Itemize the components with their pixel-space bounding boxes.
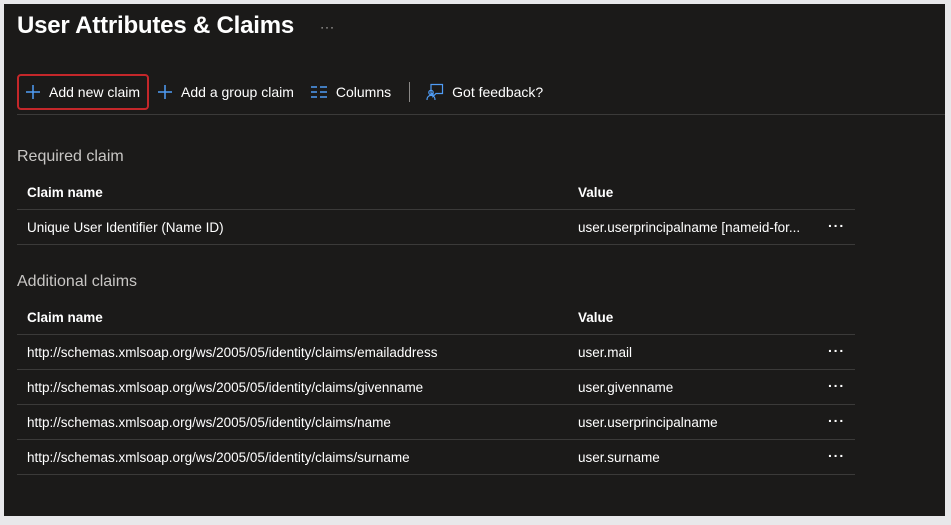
claim-value-cell: user.userprincipalname <box>578 414 718 430</box>
columns-label: Columns <box>335 84 392 100</box>
claim-name-header[interactable]: Claim name <box>27 175 567 209</box>
claim-name-header[interactable]: Claim name <box>27 300 567 334</box>
page-title: User Attributes & Claims <box>17 12 295 39</box>
feedback-label: Got feedback? <box>452 84 544 100</box>
claim-value-cell: user.userprincipalname [nameid-for... <box>578 219 801 235</box>
more-icon[interactable]: ··· <box>828 412 845 428</box>
table-row[interactable]: http://schemas.xmlsoap.org/ws/2005/05/id… <box>17 335 855 370</box>
required-claims-table: Claim name Value Unique User Identifier … <box>17 175 855 245</box>
claim-value-cell: user.givenname <box>578 379 674 395</box>
claim-name-cell: Unique User Identifier (Name ID) <box>27 219 224 235</box>
table-row[interactable]: http://schemas.xmlsoap.org/ws/2005/05/id… <box>17 405 855 440</box>
required-claim-heading: Required claim <box>17 148 124 165</box>
add-group-claim-button[interactable]: Add a group claim <box>149 74 302 110</box>
additional-claims-heading: Additional claims <box>17 273 138 290</box>
more-icon[interactable]: ··· <box>828 447 845 463</box>
table-row[interactable]: http://schemas.xmlsoap.org/ws/2005/05/id… <box>17 370 855 405</box>
additional-claims-table: Claim name Value http://schemas.xmlsoap.… <box>17 300 855 475</box>
add-group-claim-label: Add a group claim <box>181 84 294 100</box>
plus-icon <box>25 84 41 100</box>
columns-icon <box>310 85 328 99</box>
table-header: Claim name Value <box>17 300 855 335</box>
claim-value-cell: user.surname <box>578 449 660 465</box>
claim-name-cell: http://schemas.xmlsoap.org/ws/2005/05/id… <box>27 449 410 465</box>
columns-button[interactable]: Columns <box>302 74 399 110</box>
more-icon[interactable]: ··· <box>828 377 845 393</box>
command-bar: Add new claim Add a group claim Columns <box>17 72 551 112</box>
table-header: Claim name Value <box>17 175 855 210</box>
add-new-claim-label: Add new claim <box>49 84 141 100</box>
toolbar-divider <box>409 82 411 102</box>
feedback-icon <box>426 83 444 101</box>
blade: User Attributes & Claims ··· Add new cla… <box>4 4 945 516</box>
more-icon[interactable]: ··· <box>828 217 845 233</box>
title-row: User Attributes & Claims ··· <box>17 12 335 40</box>
more-icon[interactable]: ··· <box>828 342 845 358</box>
value-header[interactable]: Value <box>578 300 814 334</box>
claim-value-cell: user.mail <box>578 344 633 360</box>
add-new-claim-button[interactable]: Add new claim <box>17 74 150 110</box>
value-header[interactable]: Value <box>578 175 814 209</box>
table-row[interactable]: http://schemas.xmlsoap.org/ws/2005/05/id… <box>17 440 855 475</box>
claim-name-cell: http://schemas.xmlsoap.org/ws/2005/05/id… <box>27 344 438 360</box>
claim-name-cell: http://schemas.xmlsoap.org/ws/2005/05/id… <box>27 379 424 395</box>
plus-icon <box>157 84 173 100</box>
title-more-icon[interactable]: ··· <box>320 20 335 34</box>
table-row[interactable]: Unique User Identifier (Name ID) user.us… <box>17 210 855 245</box>
toolbar-divider-line <box>17 114 945 115</box>
feedback-button[interactable]: Got feedback? <box>418 74 551 110</box>
claim-name-cell: http://schemas.xmlsoap.org/ws/2005/05/id… <box>27 414 391 430</box>
